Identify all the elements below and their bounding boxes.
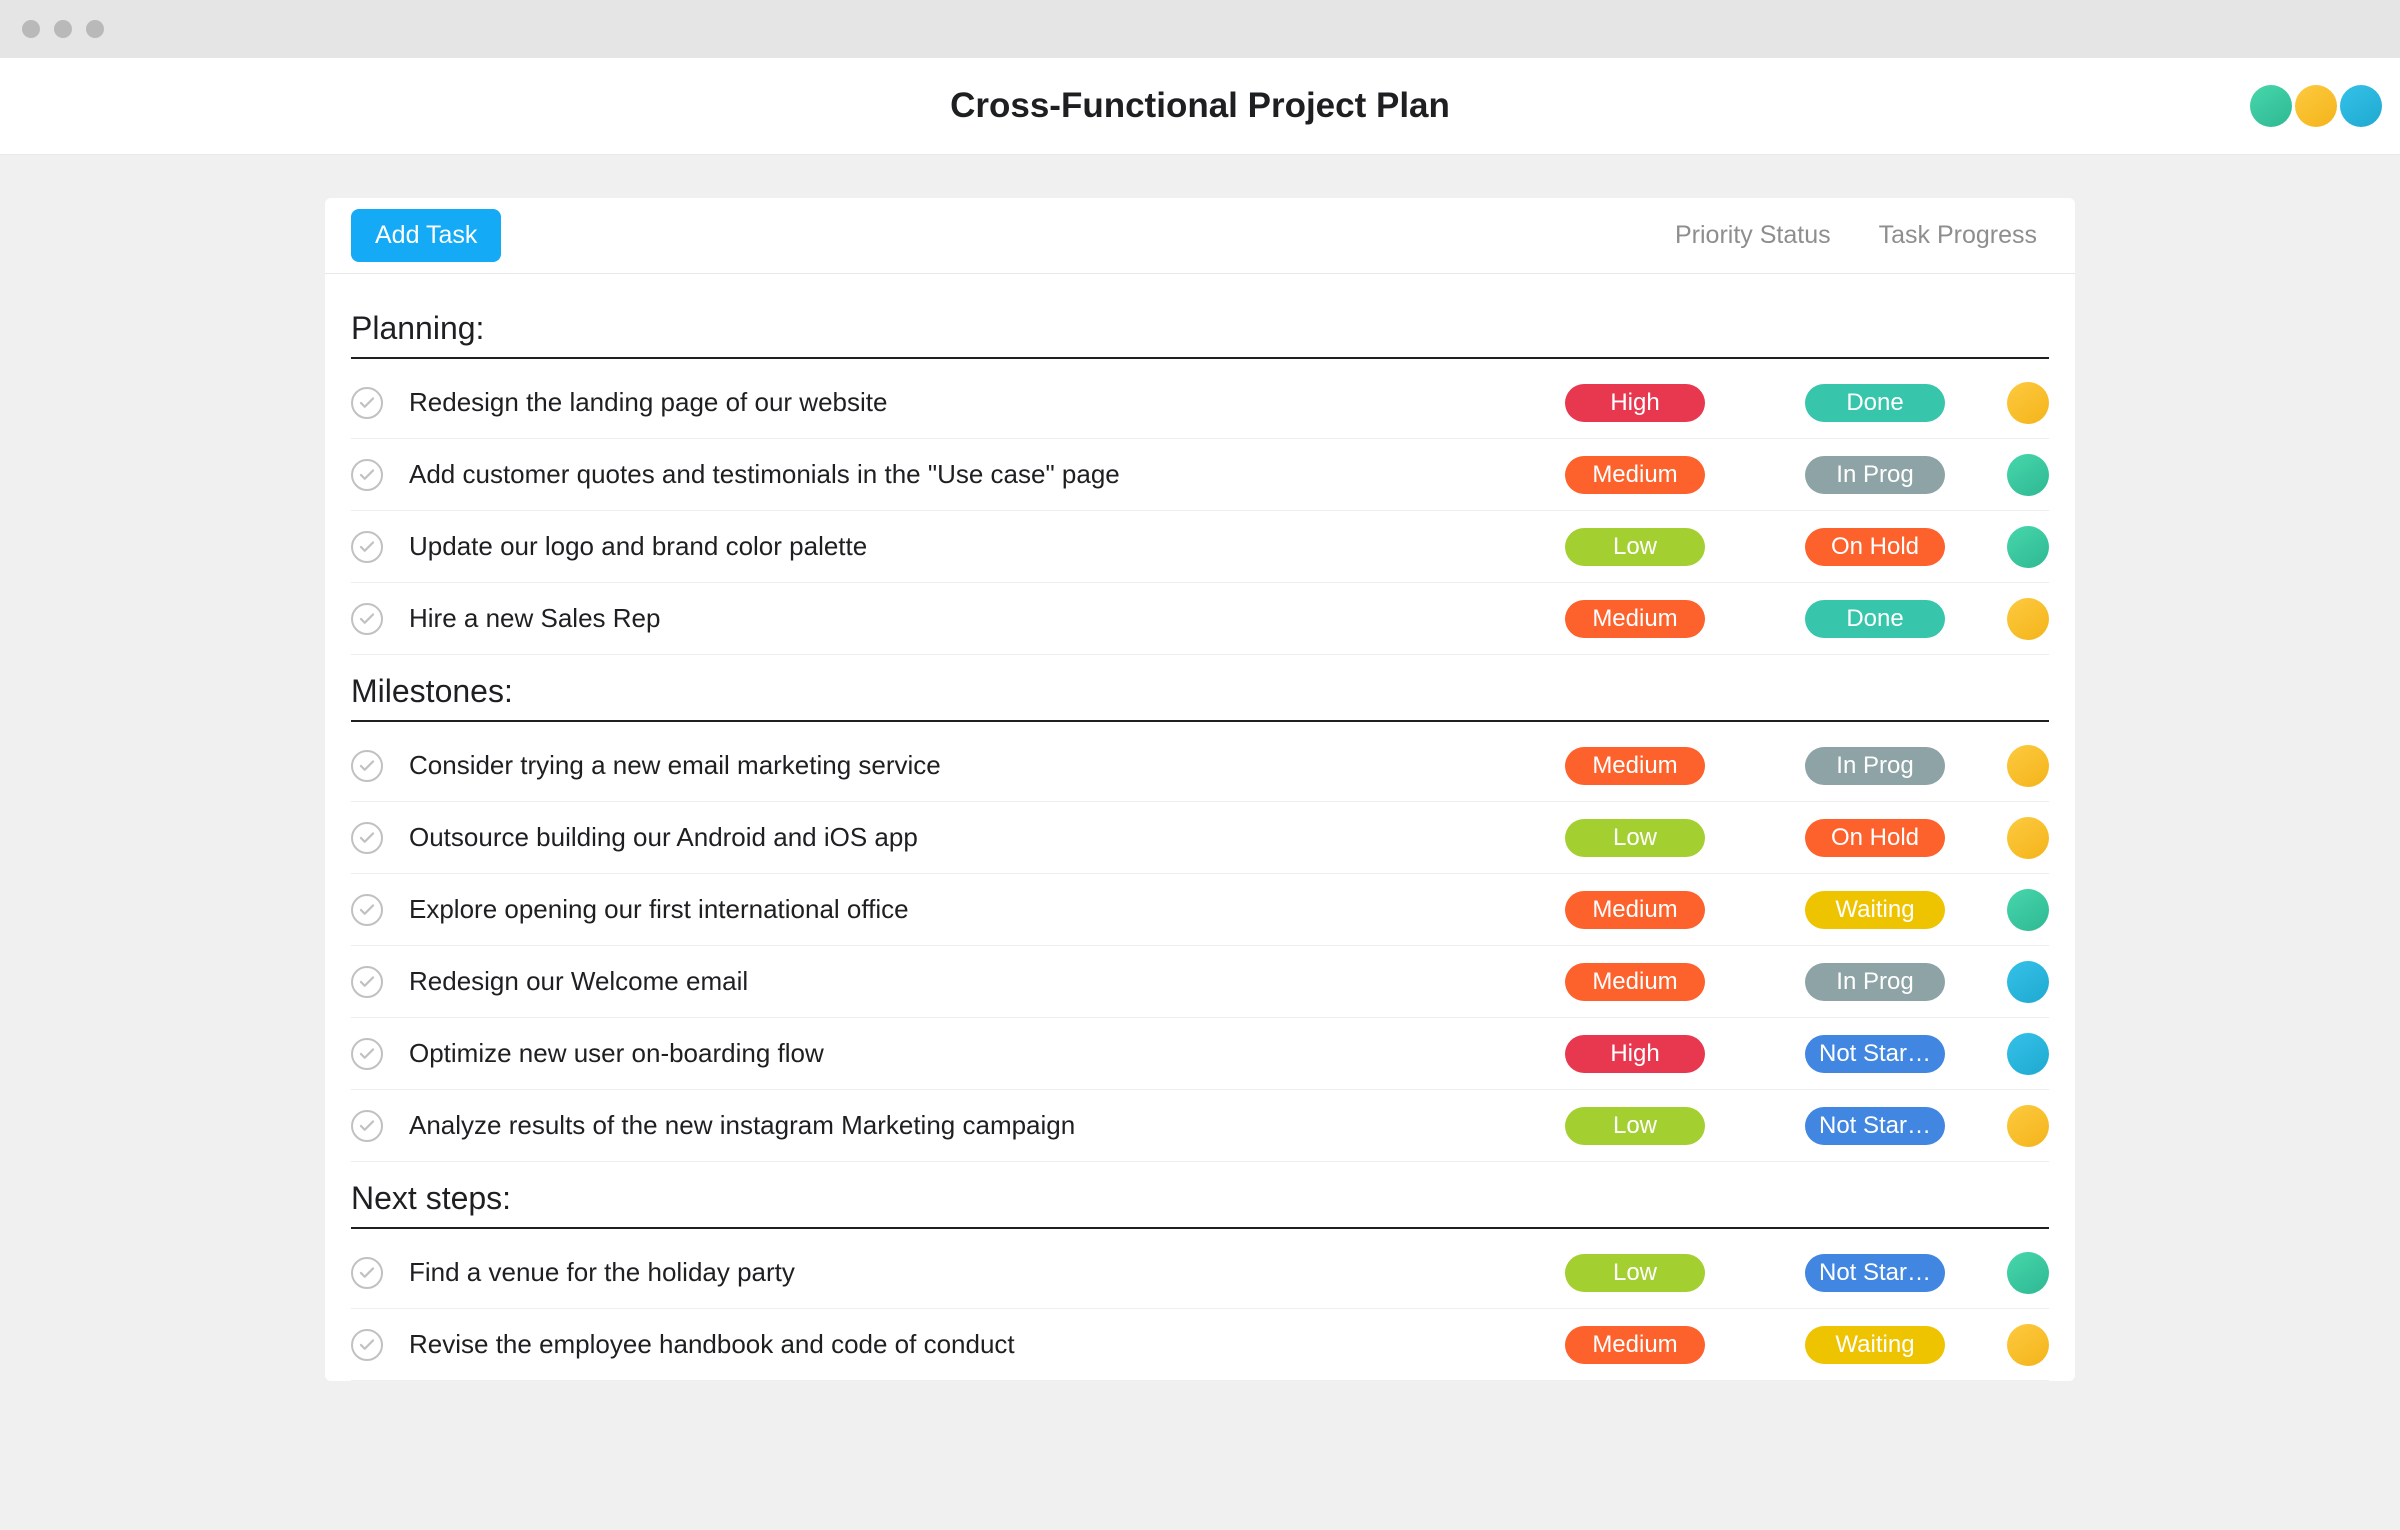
progress-pill[interactable]: Done: [1805, 600, 1945, 638]
task-row[interactable]: Outsource building our Android and iOS a…: [351, 802, 2049, 874]
traffic-light: [22, 20, 40, 38]
complete-check-icon[interactable]: [351, 894, 383, 926]
task-row[interactable]: Optimize new user on-boarding flowHigh No…: [351, 1018, 2049, 1090]
section-title: Milestones:: [351, 655, 2049, 722]
priority-pill[interactable]: Low: [1565, 819, 1705, 857]
task-row[interactable]: Hire a new Sales RepMedium Done: [351, 583, 2049, 655]
progress-pill[interactable]: On Hold: [1805, 528, 1945, 566]
progress-pill[interactable]: In Prog: [1805, 963, 1945, 1001]
progress-pill[interactable]: Waiting: [1805, 1326, 1945, 1364]
collaborator-avatar[interactable]: [2295, 85, 2337, 127]
priority-pill[interactable]: Medium: [1565, 456, 1705, 494]
priority-pill[interactable]: Medium: [1565, 747, 1705, 785]
priority-pill[interactable]: Low: [1565, 1254, 1705, 1292]
add-task-button[interactable]: Add Task: [351, 209, 501, 262]
section-title: Next steps:: [351, 1162, 2049, 1229]
task-title: Outsource building our Android and iOS a…: [409, 822, 1565, 853]
progress-pill[interactable]: Not Star…: [1805, 1254, 1945, 1292]
assignee-avatar[interactable]: [2007, 526, 2049, 568]
assignee-avatar[interactable]: [2007, 1033, 2049, 1075]
assignee-avatar[interactable]: [2007, 817, 2049, 859]
task-title: Hire a new Sales Rep: [409, 603, 1565, 634]
collaborator-avatar[interactable]: [2250, 85, 2292, 127]
window-chrome: [0, 0, 2400, 58]
task-title: Analyze results of the new instagram Mar…: [409, 1110, 1565, 1141]
priority-pill[interactable]: Medium: [1565, 1326, 1705, 1364]
task-row[interactable]: Explore opening our first international …: [351, 874, 2049, 946]
assignee-avatar[interactable]: [2007, 889, 2049, 931]
task-title: Update our logo and brand color palette: [409, 531, 1565, 562]
task-row[interactable]: Find a venue for the holiday partyLow Not…: [351, 1237, 2049, 1309]
progress-pill[interactable]: In Prog: [1805, 456, 1945, 494]
assignee-avatar[interactable]: [2007, 1252, 2049, 1294]
priority-pill[interactable]: Medium: [1565, 963, 1705, 1001]
assignee-avatar[interactable]: [2007, 382, 2049, 424]
sections-container: Planning: Redesign the landing page of ou…: [325, 274, 2075, 1381]
complete-check-icon[interactable]: [351, 750, 383, 782]
progress-pill[interactable]: Not Star…: [1805, 1035, 1945, 1073]
collaborators: [2250, 85, 2382, 127]
progress-pill[interactable]: Waiting: [1805, 891, 1945, 929]
task-title: Redesign the landing page of our website: [409, 387, 1565, 418]
section-title: Planning:: [351, 292, 2049, 359]
task-row[interactable]: Consider trying a new email marketing se…: [351, 730, 2049, 802]
priority-pill[interactable]: High: [1565, 1035, 1705, 1073]
column-progress-header: Task Progress: [1879, 221, 2037, 250]
assignee-avatar[interactable]: [2007, 1324, 2049, 1366]
progress-pill[interactable]: In Prog: [1805, 747, 1945, 785]
traffic-light: [54, 20, 72, 38]
complete-check-icon[interactable]: [351, 1329, 383, 1361]
priority-pill[interactable]: Low: [1565, 528, 1705, 566]
assignee-avatar[interactable]: [2007, 745, 2049, 787]
complete-check-icon[interactable]: [351, 822, 383, 854]
complete-check-icon[interactable]: [351, 459, 383, 491]
complete-check-icon[interactable]: [351, 1257, 383, 1289]
progress-pill[interactable]: Not Star…: [1805, 1107, 1945, 1145]
complete-check-icon[interactable]: [351, 966, 383, 998]
complete-check-icon[interactable]: [351, 1038, 383, 1070]
priority-pill[interactable]: High: [1565, 384, 1705, 422]
assignee-avatar[interactable]: [2007, 961, 2049, 1003]
complete-check-icon[interactable]: [351, 387, 383, 419]
task-title: Optimize new user on-boarding flow: [409, 1038, 1565, 1069]
task-title: Redesign our Welcome email: [409, 966, 1565, 997]
priority-pill[interactable]: Medium: [1565, 600, 1705, 638]
page-title: Cross-Functional Project Plan: [950, 86, 1450, 126]
task-title: Find a venue for the holiday party: [409, 1257, 1565, 1288]
assignee-avatar[interactable]: [2007, 1105, 2049, 1147]
task-row[interactable]: Add customer quotes and testimonials in …: [351, 439, 2049, 511]
assignee-avatar[interactable]: [2007, 454, 2049, 496]
task-row[interactable]: Analyze results of the new instagram Mar…: [351, 1090, 2049, 1162]
task-title: Add customer quotes and testimonials in …: [409, 459, 1565, 490]
priority-pill[interactable]: Medium: [1565, 891, 1705, 929]
complete-check-icon[interactable]: [351, 603, 383, 635]
priority-pill[interactable]: Low: [1565, 1107, 1705, 1145]
task-title: Consider trying a new email marketing se…: [409, 750, 1565, 781]
collaborator-avatar[interactable]: [2340, 85, 2382, 127]
progress-pill[interactable]: Done: [1805, 384, 1945, 422]
traffic-light: [86, 20, 104, 38]
column-priority-header: Priority Status: [1675, 221, 1831, 250]
task-title: Explore opening our first international …: [409, 894, 1565, 925]
progress-pill[interactable]: On Hold: [1805, 819, 1945, 857]
task-row[interactable]: Redesign the landing page of our website…: [351, 367, 2049, 439]
task-row[interactable]: Update our logo and brand color paletteL…: [351, 511, 2049, 583]
task-title: Revise the employee handbook and code of…: [409, 1329, 1565, 1360]
complete-check-icon[interactable]: [351, 1110, 383, 1142]
assignee-avatar[interactable]: [2007, 598, 2049, 640]
complete-check-icon[interactable]: [351, 531, 383, 563]
app-header: Cross-Functional Project Plan: [0, 58, 2400, 155]
toolbar: Add Task Priority Status Task Progress: [325, 198, 2075, 274]
task-row[interactable]: Redesign our Welcome emailMedium In Prog: [351, 946, 2049, 1018]
project-panel: Add Task Priority Status Task Progress P…: [325, 198, 2075, 1381]
task-row[interactable]: Revise the employee handbook and code of…: [351, 1309, 2049, 1381]
